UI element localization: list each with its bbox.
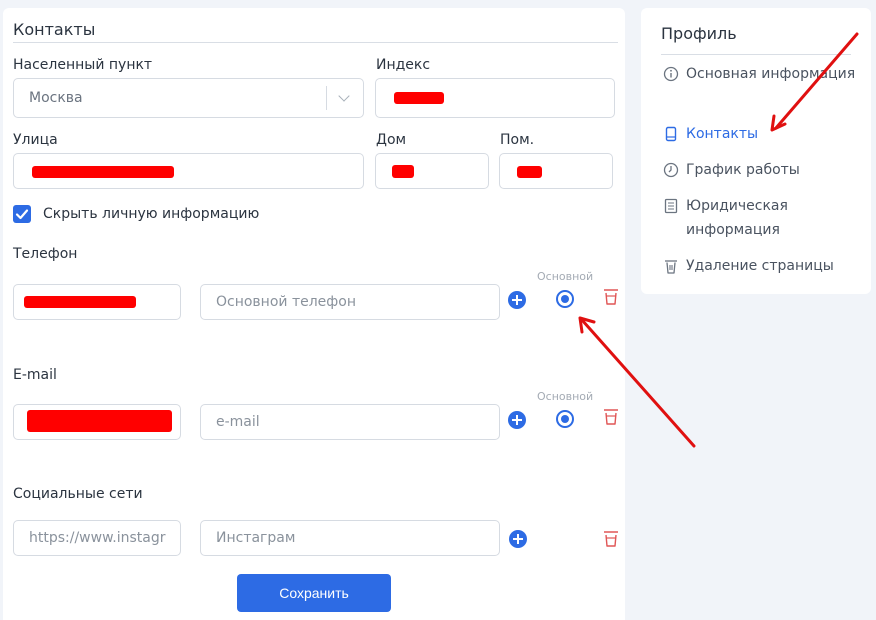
clock-icon <box>663 162 679 178</box>
room-label: Пом. <box>500 132 535 148</box>
add-email-plus-icon[interactable] <box>508 411 526 429</box>
delete-phone-trash-icon[interactable] <box>603 288 619 306</box>
phone-icon <box>665 126 677 142</box>
index-label: Индекс <box>376 57 431 73</box>
document-icon <box>664 198 678 214</box>
phone-description-field[interactable]: Основной телефон <box>200 284 500 320</box>
contacts-title-divider <box>13 42 618 43</box>
phone-primary-radio[interactable] <box>556 290 574 308</box>
house-label: Дом <box>376 132 407 148</box>
social-url-placeholder: https://www.instagr <box>29 530 166 546</box>
redaction-mark <box>394 92 444 104</box>
social-name-field[interactable]: Инстаграм <box>200 520 500 556</box>
hide-info-checkbox[interactable] <box>13 205 31 223</box>
trash-icon <box>665 260 677 274</box>
city-label: Населенный пункт <box>13 57 153 73</box>
sidebar-item-label: Удаление страницы <box>686 258 834 274</box>
email-primary-radio[interactable] <box>556 410 574 428</box>
redaction-mark <box>517 166 542 178</box>
select-divider <box>326 86 327 110</box>
email-primary-caption: Основной <box>537 390 594 403</box>
hide-info-label: Скрыть личную информацию <box>43 206 260 222</box>
add-phone-plus-icon[interactable] <box>508 291 526 309</box>
redaction-mark <box>32 166 174 178</box>
redaction-mark <box>27 410 172 432</box>
redaction-mark <box>392 165 414 178</box>
street-label: Улица <box>13 132 58 148</box>
sidebar-item-label: Контакты <box>686 126 759 142</box>
social-label: Социальные сети <box>13 486 143 502</box>
sidebar-item-label: Юридическая информация <box>686 198 788 238</box>
phone-label: Телефон <box>13 246 78 262</box>
checkmark-icon <box>15 209 29 220</box>
city-value: Москва <box>29 90 83 106</box>
sidebar-item-label: Основная информация <box>686 66 856 82</box>
city-select[interactable]: Москва <box>13 78 364 118</box>
sidebar-title-divider <box>661 54 851 55</box>
sidebar-item-label: График работы <box>686 162 800 178</box>
email-description-field[interactable]: e-mail <box>200 404 500 440</box>
email-placeholder: e-mail <box>216 414 260 430</box>
sidebar-title: Профиль <box>661 24 737 43</box>
social-url-field[interactable]: https://www.instagr <box>13 520 181 556</box>
save-button[interactable]: Сохранить <box>237 574 391 612</box>
add-social-plus-icon[interactable] <box>509 530 527 548</box>
redaction-mark <box>24 296 136 308</box>
delete-email-trash-icon[interactable] <box>603 408 619 426</box>
delete-social-trash-icon[interactable] <box>603 530 619 548</box>
phone-primary-caption: Основной <box>537 270 594 283</box>
contacts-title: Контакты <box>13 20 96 39</box>
profile-sidebar: Профиль Основная информация Контакты Гра… <box>641 8 871 294</box>
social-name-placeholder: Инстаграм <box>216 530 296 546</box>
email-label: E-mail <box>13 367 57 383</box>
phone-placeholder: Основной телефон <box>216 294 356 310</box>
info-icon <box>663 66 679 82</box>
